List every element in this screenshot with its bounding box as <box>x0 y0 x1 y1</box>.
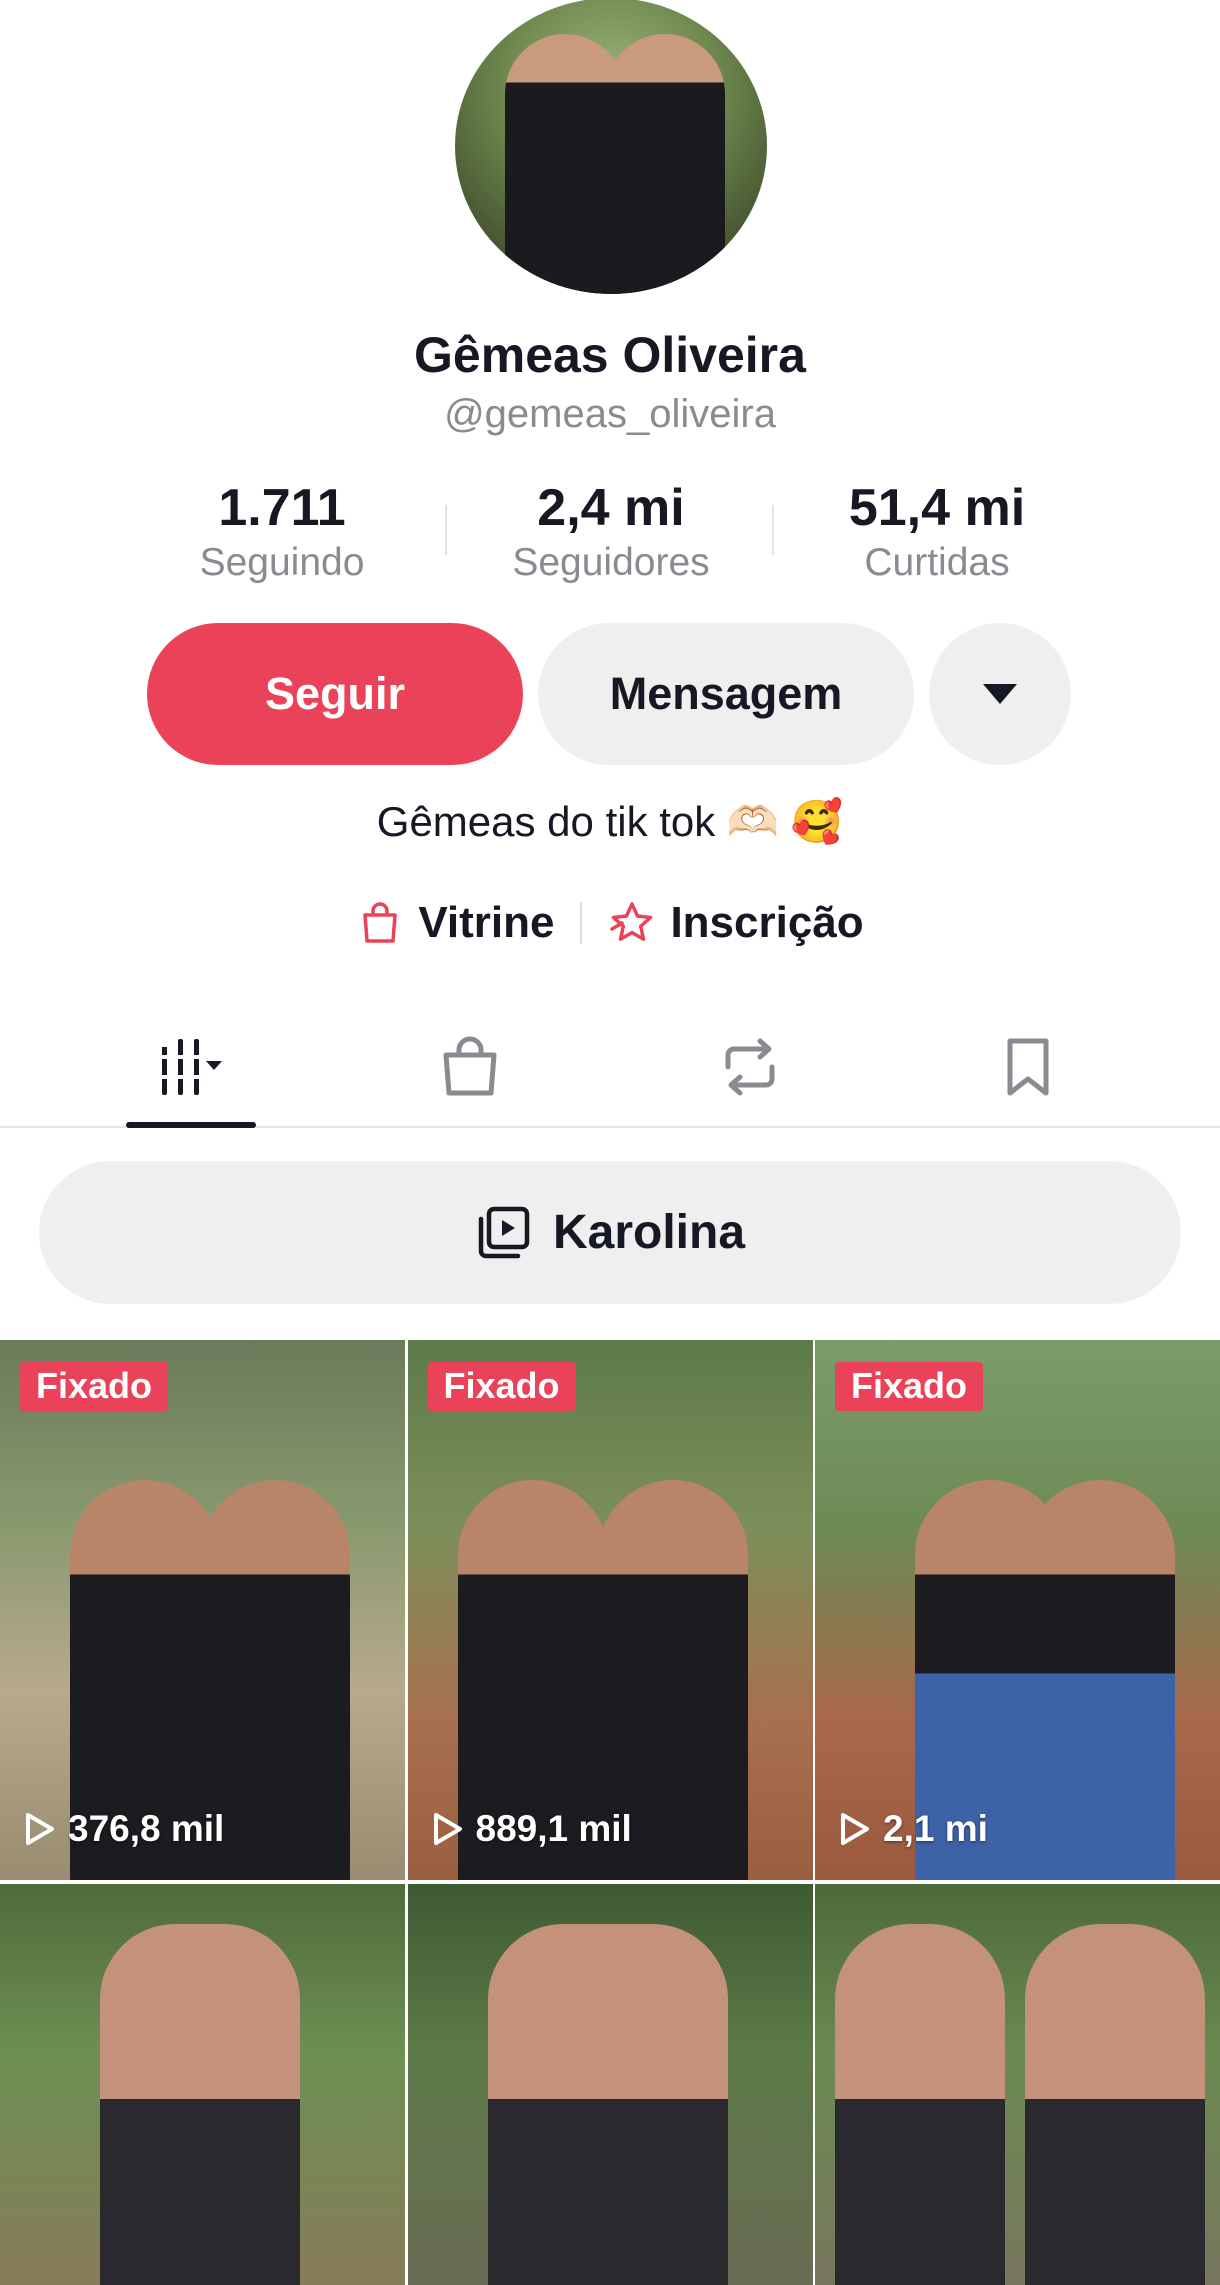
stat-divider <box>772 505 774 555</box>
showcase-link[interactable]: Vitrine <box>356 898 554 948</box>
stat-followers-value: 2,4 mi <box>537 479 685 537</box>
tab-saved[interactable] <box>948 1006 1108 1128</box>
pinned-badge: Fixado <box>835 1362 984 1411</box>
video-person <box>487 1924 728 2285</box>
follow-button[interactable]: Seguir <box>147 623 523 765</box>
video-thumbnail[interactable] <box>0 1884 405 2285</box>
stat-following-value: 1.711 <box>218 479 346 537</box>
caret-down-icon <box>983 684 1017 704</box>
video-thumbnail[interactable]: Fixado 889,1 mil <box>407 1340 813 1880</box>
subscription-star-icon <box>610 902 653 941</box>
video-person <box>100 1924 300 2285</box>
pinned-badge: Fixado <box>20 1362 169 1411</box>
view-count-text: 376,8 mil <box>68 1808 225 1849</box>
stat-likes-value: 51,4 mi <box>848 479 1026 537</box>
play-icon <box>841 1813 869 1845</box>
pinned-badge: Fixado <box>427 1362 576 1411</box>
profile-tabs <box>0 1006 1220 1128</box>
profile-display-name: Gêmeas Oliveira <box>414 327 806 383</box>
subscription-link[interactable]: Inscrição <box>608 898 864 948</box>
video-thumbnail[interactable] <box>407 1884 813 2285</box>
profile-handle: @gemeas_oliveira <box>444 392 776 436</box>
video-person <box>835 1924 1005 2285</box>
active-tab-indicator <box>126 1122 256 1128</box>
play-icon <box>433 1813 462 1845</box>
stat-likes-label: Curtidas <box>864 541 1010 584</box>
video-grid: Fixado 376,8 mil Fixado 889,1 mil Fixado… <box>0 1340 1220 2285</box>
stat-followers-label: Seguidores <box>512 541 710 584</box>
shop-bag-icon <box>443 1036 497 1096</box>
showcase-link-label: Vitrine <box>418 898 555 947</box>
message-button[interactable]: Mensagem <box>538 623 914 765</box>
view-count-text: 889,1 mil <box>475 1808 632 1849</box>
stat-divider <box>445 505 447 555</box>
bookmark-icon <box>1007 1038 1049 1096</box>
view-count-text: 2,1 mi <box>883 1808 988 1849</box>
stat-following-label: Seguindo <box>199 541 365 584</box>
shopping-bag-icon <box>363 902 398 943</box>
view-count: 2,1 mi <box>835 1808 988 1850</box>
profile-avatar[interactable] <box>455 0 767 294</box>
repost-icon <box>725 1038 775 1096</box>
video-thumbnail[interactable]: Fixado 376,8 mil <box>0 1340 405 1880</box>
playlist-button[interactable]: Karolina <box>39 1161 1181 1304</box>
videos-grid-icon <box>162 1039 222 1095</box>
view-count: 376,8 mil <box>20 1808 224 1850</box>
more-options-button[interactable] <box>929 623 1071 765</box>
stat-followers[interactable]: 2,4 mi Seguidores <box>481 478 741 588</box>
subscription-link-label: Inscrição <box>670 898 864 947</box>
playlist-label: Karolina <box>552 1206 746 1259</box>
playlist-icon <box>478 1206 530 1258</box>
video-person <box>1025 1924 1205 2285</box>
stat-following[interactable]: 1.711 Seguindo <box>152 478 412 588</box>
avatar-figure-right <box>605 34 725 294</box>
video-thumbnail[interactable]: Fixado 2,1 mi <box>815 1340 1220 1880</box>
play-icon <box>26 1813 54 1845</box>
links-divider <box>580 902 583 944</box>
tab-shop[interactable] <box>390 1006 550 1128</box>
video-thumbnail[interactable] <box>815 1884 1220 2285</box>
profile-bio: Gêmeas do tik tok 🫶🏻 🥰 <box>376 798 844 845</box>
video-person <box>1025 1480 1175 1880</box>
tab-videos[interactable] <box>110 1006 270 1128</box>
view-count: 889,1 mil <box>428 1808 632 1850</box>
profile-links: Vitrine Inscrição <box>0 898 1220 948</box>
tab-reposts[interactable] <box>670 1006 830 1128</box>
stat-likes[interactable]: 51,4 mi Curtidas <box>807 478 1067 588</box>
